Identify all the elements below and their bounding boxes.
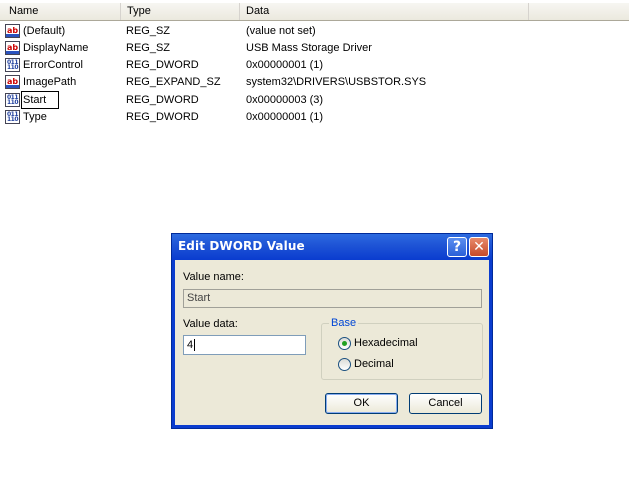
- column-header-bar: Name Type Data: [0, 3, 629, 21]
- help-icon[interactable]: ?: [447, 237, 467, 257]
- column-header-filler: [529, 3, 629, 20]
- value-type: REG_EXPAND_SZ: [126, 76, 221, 88]
- value-row-type[interactable]: 011 110 Type REG_DWORD 0x00000001 (1): [0, 109, 629, 126]
- value-data-text: 4: [187, 339, 194, 351]
- close-icon[interactable]: ✕: [469, 237, 489, 257]
- hexadecimal-radio[interactable]: [338, 337, 351, 350]
- value-name-label: Value name:: [183, 271, 244, 283]
- value-row-imagepath[interactable]: ab ImagePath REG_EXPAND_SZ system32\DRIV…: [0, 74, 629, 91]
- base-group-title: Base: [329, 317, 359, 329]
- value-data: (value not set): [246, 25, 316, 37]
- value-name: (Default): [23, 25, 66, 37]
- value-data: system32\DRIVERS\USBSTOR.SYS: [246, 76, 427, 88]
- dialog-titlebar[interactable]: Edit DWORD Value ? ✕: [172, 234, 492, 260]
- value-type: REG_DWORD: [126, 59, 199, 71]
- value-type: REG_SZ: [126, 25, 171, 37]
- string-value-icon: ab: [5, 41, 20, 55]
- value-data-input[interactable]: 4: [183, 335, 306, 355]
- string-value-icon: ab: [5, 24, 20, 38]
- string-value-icon: ab: [5, 75, 20, 89]
- dialog-body: Value name: Start Value data: 4 Base Hex…: [175, 260, 489, 425]
- column-header-name[interactable]: Name: [0, 3, 121, 20]
- column-header-data[interactable]: Data: [240, 3, 529, 20]
- value-type: REG_DWORD: [126, 94, 199, 106]
- value-name: ImagePath: [23, 76, 77, 88]
- value-name: DisplayName: [23, 42, 89, 54]
- ok-button[interactable]: OK: [325, 393, 398, 414]
- radio-selected-dot: [342, 341, 347, 346]
- registry-editor-pane: Name Type Data ab (Default) REG_SZ (valu…: [0, 0, 629, 487]
- value-data: 0x00000001 (1): [246, 59, 324, 71]
- value-row-start[interactable]: 011 110 Start REG_DWORD 0x00000003 (3): [0, 91, 629, 109]
- value-data: USB Mass Storage Driver: [246, 42, 372, 54]
- binary-value-icon: 011 110: [5, 110, 20, 124]
- edit-dword-dialog: Edit DWORD Value ? ✕ Value name: Start V…: [171, 233, 493, 429]
- text-caret: [194, 339, 196, 352]
- decimal-radio[interactable]: [338, 358, 351, 371]
- value-name: Start: [23, 94, 47, 106]
- column-header-type[interactable]: Type: [121, 3, 240, 20]
- value-data: 0x00000001 (1): [246, 111, 324, 123]
- value-name: Type: [23, 111, 47, 123]
- value-name: ErrorControl: [23, 59, 83, 71]
- binary-value-icon: 011 110: [5, 58, 20, 72]
- value-name-field: Start: [183, 289, 482, 308]
- dialog-title: Edit DWORD Value: [178, 239, 305, 253]
- value-row-displayname[interactable]: ab DisplayName REG_SZ USB Mass Storage D…: [0, 40, 629, 57]
- cancel-button[interactable]: Cancel: [409, 393, 482, 414]
- value-data-label: Value data:: [183, 318, 238, 330]
- hexadecimal-radio-label[interactable]: Hexadecimal: [354, 337, 418, 349]
- value-type: REG_DWORD: [126, 111, 199, 123]
- value-type: REG_SZ: [126, 42, 171, 54]
- value-row-errorcontrol[interactable]: 011 110 ErrorControl REG_DWORD 0x00000001…: [0, 57, 629, 74]
- decimal-radio-label[interactable]: Decimal: [354, 358, 394, 370]
- base-groupbox: [321, 323, 483, 380]
- value-row-default[interactable]: ab (Default) REG_SZ (value not set): [0, 23, 629, 40]
- binary-value-icon: 011 110: [5, 93, 20, 107]
- value-data: 0x00000003 (3): [246, 94, 324, 106]
